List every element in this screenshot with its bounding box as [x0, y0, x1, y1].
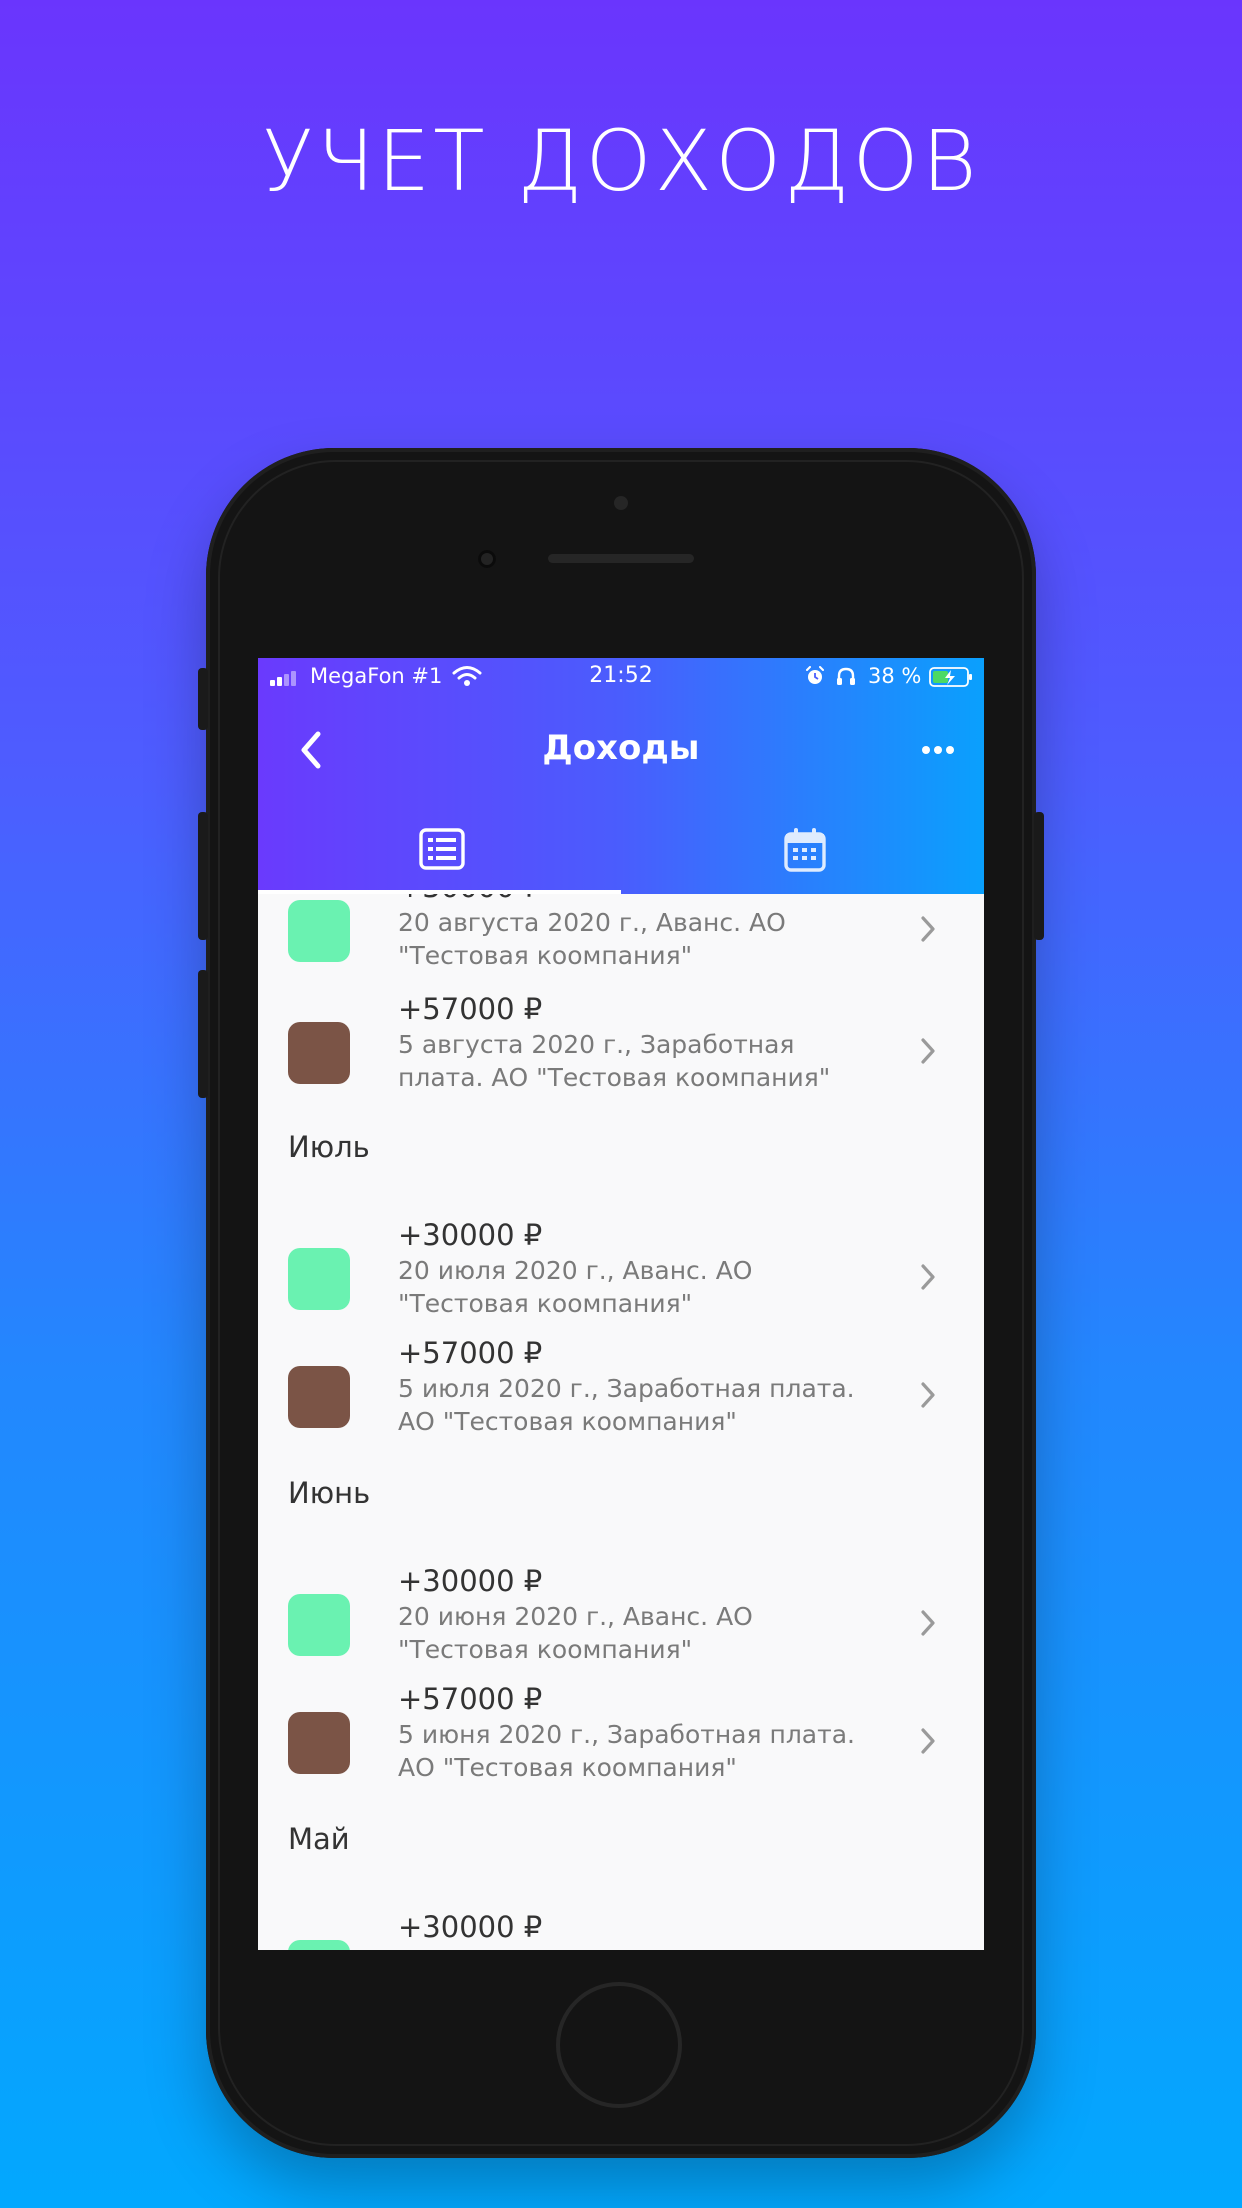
battery-percent: 38 % [868, 664, 922, 688]
earpiece-speaker [548, 554, 694, 563]
entry-amount: +30000 ₽ [398, 1564, 543, 1598]
entry-details: 5 июля 2020 г., Заработная плата. АО "Те… [398, 1374, 855, 1436]
chevron-right-icon [921, 1038, 935, 1064]
tab-list[interactable] [258, 826, 621, 894]
home-button[interactable] [556, 1982, 682, 2108]
entry-details: 20 июня 2020 г., Аванс. АО "Тестовая коо… [398, 1602, 753, 1664]
promo-title: УЧЕТ ДОХОДОВ [262, 112, 980, 210]
chevron-right-icon [921, 1728, 935, 1754]
entry-amount: +30000 ₽ [398, 1218, 543, 1252]
alarm-icon [806, 666, 824, 684]
tab-calendar[interactable] [621, 826, 984, 894]
category-swatch [288, 1712, 350, 1774]
category-swatch [288, 1366, 350, 1428]
more-options-icon[interactable] [918, 736, 958, 764]
month-header: Май [288, 1822, 350, 1856]
category-swatch [288, 1022, 350, 1084]
list-item[interactable]: +57000 ₽ 5 августа 2020 г., Заработная п… [258, 992, 984, 1110]
category-swatch [288, 1594, 350, 1656]
month-header: Июль [288, 1130, 370, 1164]
entry-amount: +57000 ₽ [398, 1336, 543, 1370]
list-item[interactable]: +57000 ₽ 5 июня 2020 г., Заработная плат… [258, 1682, 984, 1800]
battery-charging-icon [929, 667, 972, 687]
list-icon [419, 828, 465, 870]
list-item[interactable]: +30000 ₽ [258, 1910, 984, 1950]
phone-frame: +30000 ₽ 20 августа 2020 г., Аванс. АО "… [198, 448, 1044, 2158]
chevron-right-icon [921, 916, 935, 942]
category-swatch [288, 1248, 350, 1310]
entry-details: 5 августа 2020 г., Заработная плата. АО … [398, 1030, 831, 1092]
phone-screen: +30000 ₽ 20 августа 2020 г., Аванс. АО "… [258, 658, 984, 1950]
page-title: Доходы [542, 728, 700, 768]
entry-details: 20 августа 2020 г., Аванс. АО "Тестовая … [398, 908, 786, 970]
entry-amount: +57000 ₽ [398, 1682, 543, 1716]
front-camera [478, 550, 496, 568]
entry-amount: +30000 ₽ [398, 1910, 543, 1944]
chevron-right-icon [921, 1264, 935, 1290]
category-swatch [288, 1940, 350, 1950]
calendar-icon [784, 828, 826, 872]
volume-down-button [198, 970, 208, 1098]
list-item[interactable]: +30000 ₽ 20 июня 2020 г., Аванс. АО "Тес… [258, 1564, 984, 1682]
chevron-right-icon [921, 1610, 935, 1636]
entry-details: 5 июня 2020 г., Заработная плата. АО "Те… [398, 1720, 855, 1782]
proximity-sensor [614, 496, 628, 510]
list-item[interactable]: +57000 ₽ 5 июля 2020 г., Заработная плат… [258, 1336, 984, 1454]
list-item[interactable]: +30000 ₽ 20 июля 2020 г., Аванс. АО "Тес… [258, 1218, 984, 1336]
entry-details: 20 июля 2020 г., Аванс. АО "Тестовая коо… [398, 1256, 753, 1318]
month-header: Июнь [288, 1476, 371, 1510]
category-swatch [288, 900, 350, 962]
mute-switch [198, 668, 208, 730]
chevron-right-icon [921, 1382, 935, 1408]
tab-indicator [258, 890, 621, 894]
entry-amount: +57000 ₽ [398, 992, 543, 1026]
status-bar: MegaFon #1 21:52 38 % [258, 658, 984, 694]
headphones-icon [837, 667, 855, 685]
power-button [1034, 812, 1044, 940]
volume-up-button [198, 812, 208, 940]
app-header: MegaFon #1 21:52 38 % Доходы [258, 658, 984, 894]
